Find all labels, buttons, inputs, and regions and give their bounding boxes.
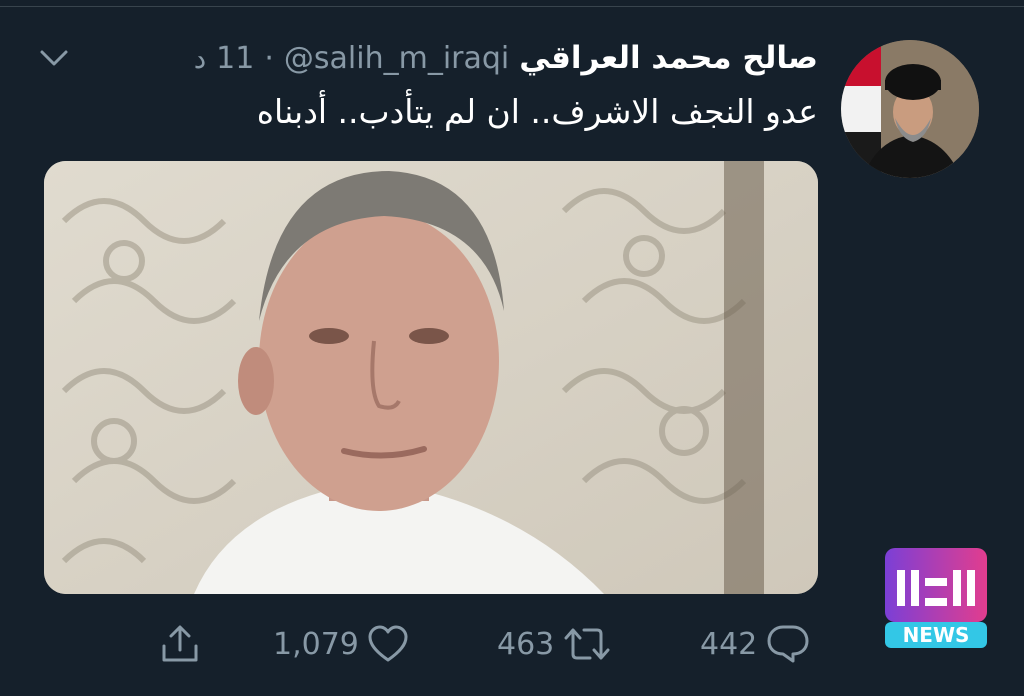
tweet-media-photo[interactable] [44,161,818,594]
retweet-button[interactable]: 463 [497,622,612,666]
timestamp[interactable]: 11 [216,41,254,76]
photo-image [44,161,818,594]
like-count: 1,079 [273,626,359,662]
reply-count: 442 [700,626,758,662]
heart-icon [367,624,409,664]
share-button[interactable] [158,622,202,666]
avatar[interactable] [841,40,979,178]
like-button[interactable]: 1,079 [273,622,409,666]
share-icon [158,622,202,666]
top-divider [0,6,1024,7]
timestamp-unit: د [193,41,207,75]
user-handle[interactable]: @salih_m_iraqi [284,41,509,76]
avatar-image [841,40,979,178]
tweet-text: عدو النجف الاشرف.. ان لم يتأدب.. أدبناه [256,92,818,131]
reply-button[interactable]: 442 [700,622,811,666]
retweet-icon [562,624,612,664]
tweet-header: صالح محمد العراقي @salih_m_iraqi · 11 د [194,36,818,80]
chevron-down-icon[interactable] [38,44,70,72]
display-name[interactable]: صالح محمد العراقي [519,40,818,76]
separator-dot: · [264,40,274,76]
reply-icon [765,623,811,665]
tweet[interactable]: صالح محمد العراقي @salih_m_iraqi · 11 د … [0,0,1024,696]
tweet-action-bar: 1,079 463 442 [0,612,1024,672]
retweet-count: 463 [497,626,555,662]
